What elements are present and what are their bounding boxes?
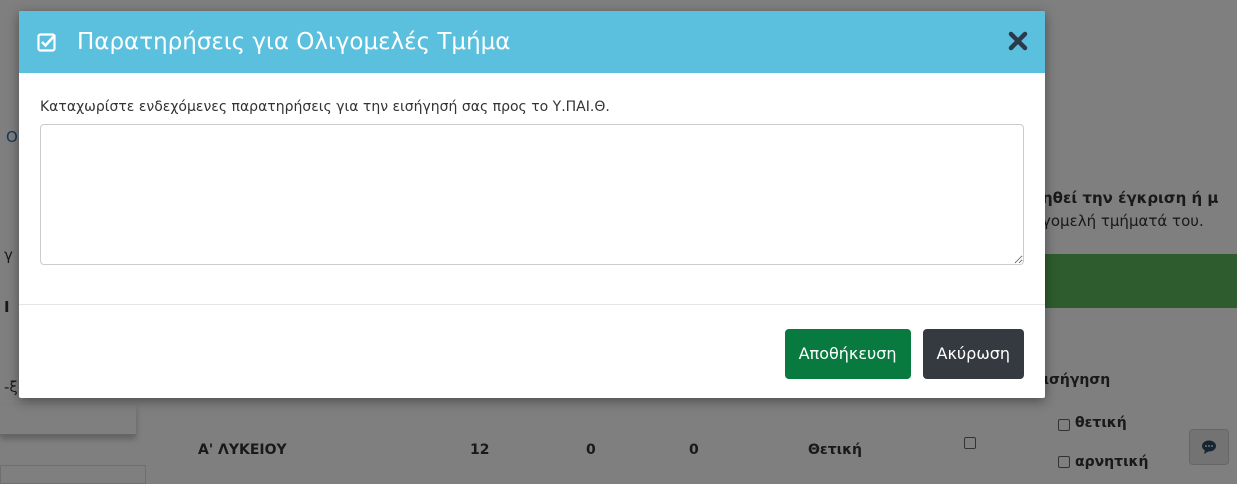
close-icon[interactable] <box>1007 30 1029 52</box>
check-square-icon <box>37 30 61 54</box>
modal-body: Καταχωρίστε ενδεχόμενες παρατηρήσεις για… <box>19 73 1045 305</box>
modal-title: Παρατηρήσεις για Ολιγομελές Τμήμα <box>77 29 511 55</box>
modal-footer: Αποθήκευση Ακύρωση <box>19 305 1045 398</box>
remarks-label: Καταχωρίστε ενδεχόμενες παρατηρήσεις για… <box>40 99 610 115</box>
remarks-textarea[interactable] <box>40 124 1024 265</box>
save-button[interactable]: Αποθήκευση <box>784 328 911 379</box>
remarks-modal: Παρατηρήσεις για Ολιγομελές Τμήμα Καταχω… <box>19 11 1045 398</box>
cancel-button[interactable]: Ακύρωση <box>922 328 1024 379</box>
modal-header: Παρατηρήσεις για Ολιγομελές Τμήμα <box>19 11 1045 73</box>
